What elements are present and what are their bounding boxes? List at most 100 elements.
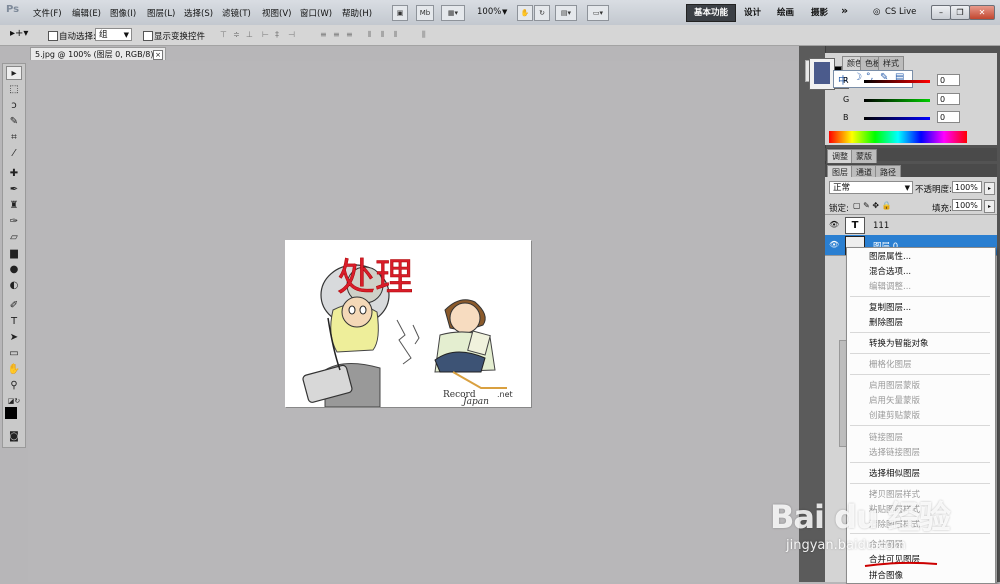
- distribute-bottom-icon[interactable]: ≡: [346, 30, 355, 39]
- restore-icon[interactable]: ❐: [950, 5, 970, 20]
- shape-tool-icon[interactable]: ▭: [6, 347, 22, 361]
- quick-mask-icon[interactable]: ◙: [6, 430, 22, 444]
- close-window-icon[interactable]: ✕: [969, 5, 995, 20]
- zoom-tool-icon[interactable]: ⚲: [6, 379, 22, 393]
- crop-tool-icon[interactable]: ⌗: [6, 131, 22, 145]
- menu-item-delete-layer[interactable]: 删除图层: [869, 316, 903, 328]
- screen-mode-icon[interactable]: ▭▾: [587, 5, 609, 21]
- menu-layer[interactable]: 图层(L): [147, 7, 175, 19]
- fill-arrow-icon[interactable]: ▸: [984, 200, 995, 213]
- align-hcenter-icon[interactable]: ‡: [275, 30, 284, 39]
- foreground-color-swatch[interactable]: [5, 407, 17, 419]
- default-colors-icon[interactable]: ◪↻: [6, 394, 22, 408]
- quick-selection-icon[interactable]: ✎: [6, 115, 22, 129]
- tab-styles[interactable]: 样式: [878, 56, 904, 70]
- rotate-view-icon[interactable]: ↻: [534, 5, 550, 21]
- distribute-top-icon[interactable]: ≡: [320, 30, 329, 39]
- visibility-eye-icon[interactable]: 👁: [829, 220, 839, 229]
- document-image[interactable]: 处理 Record Japan .net: [285, 240, 531, 408]
- workspace-design[interactable]: 设计: [744, 6, 761, 18]
- healing-brush-icon[interactable]: ✚: [6, 167, 22, 181]
- brush-tool-icon[interactable]: ✒: [6, 183, 22, 197]
- menu-file[interactable]: 文件(F): [33, 7, 62, 19]
- distribute-vcenter-icon[interactable]: ≡: [333, 30, 342, 39]
- document-tab[interactable]: 5.jpg @ 100% (图层 0, RGB/8) * ×: [30, 47, 166, 60]
- pen-tool-icon[interactable]: ✐: [6, 299, 22, 313]
- type-tool-icon[interactable]: T: [6, 315, 22, 329]
- align-right-icon[interactable]: ⊣: [288, 30, 297, 39]
- opacity-input[interactable]: 100%: [952, 181, 982, 193]
- red-slider[interactable]: [864, 80, 930, 83]
- distribute-right-icon[interactable]: ⫴: [394, 30, 403, 39]
- clone-stamp-icon[interactable]: ♜: [6, 199, 22, 213]
- distribute-left-icon[interactable]: ⫴: [368, 30, 377, 39]
- hand-tool-icon[interactable]: ✋: [6, 363, 22, 377]
- cs-live-button[interactable]: CS Live: [885, 7, 916, 17]
- opacity-arrow-icon[interactable]: ▸: [984, 182, 995, 195]
- history-brush-icon[interactable]: ✑: [6, 215, 22, 229]
- hand-tool-icon[interactable]: ✋: [517, 5, 533, 21]
- eyedropper-icon[interactable]: ⁄: [6, 147, 22, 161]
- menu-item-select-similar-layers[interactable]: 选择相似图层: [869, 467, 920, 479]
- align-top-icon[interactable]: ⊤: [220, 30, 229, 39]
- cs-live-icon[interactable]: ◎: [873, 7, 880, 17]
- gradient-tool-icon[interactable]: ▆: [6, 247, 22, 261]
- blue-slider[interactable]: [864, 117, 930, 120]
- menu-item-blending-options[interactable]: 混合选项...: [869, 265, 911, 277]
- move-tool-preset-icon[interactable]: ▸+▾: [10, 28, 28, 39]
- view-extras-icon[interactable]: ▦▾: [441, 5, 465, 21]
- tab-adjustments[interactable]: 调整: [827, 149, 853, 163]
- close-document-icon[interactable]: ×: [153, 50, 163, 60]
- menu-item-duplicate-layer[interactable]: 复制图层...: [869, 301, 911, 313]
- align-left-icon[interactable]: ⊢: [262, 30, 271, 39]
- path-selection-icon[interactable]: ➤: [6, 331, 22, 345]
- align-bottom-icon[interactable]: ⊥: [246, 30, 255, 39]
- menu-help[interactable]: 帮助(H): [342, 7, 372, 19]
- fill-input[interactable]: 100%: [952, 199, 982, 211]
- green-slider[interactable]: [864, 99, 930, 102]
- show-transform-checkbox[interactable]: [143, 31, 153, 41]
- auto-select-dropdown[interactable]: 组 ▼: [95, 28, 132, 41]
- color-spectrum-bar[interactable]: [829, 131, 967, 143]
- menu-select[interactable]: 选择(S): [184, 7, 213, 19]
- auto-select-checkbox[interactable]: [48, 31, 58, 41]
- workspace-painting[interactable]: 绘画: [777, 6, 794, 18]
- menu-filter[interactable]: 滤镜(T): [222, 7, 251, 19]
- eraser-icon[interactable]: ▱: [6, 231, 22, 245]
- zoom-dropdown-icon[interactable]: ▼: [502, 8, 507, 16]
- dodge-tool-icon[interactable]: ◐: [6, 279, 22, 293]
- image-logo-net: .net: [497, 390, 513, 399]
- distribute-hcenter-icon[interactable]: ⫴: [381, 30, 390, 39]
- zoom-level[interactable]: 100%: [477, 7, 501, 17]
- moon-icon[interactable]: ☽: [853, 72, 862, 83]
- minimize-icon[interactable]: –: [931, 5, 951, 20]
- auto-align-icon[interactable]: ⫼: [422, 30, 431, 39]
- menu-image[interactable]: 图像(I): [110, 7, 136, 19]
- menu-item-convert-smart-object[interactable]: 转换为智能对象: [869, 337, 929, 349]
- blend-mode-dropdown[interactable]: 正常 ▼: [829, 181, 913, 194]
- menu-view[interactable]: 视图(V): [262, 7, 291, 19]
- lock-icons[interactable]: ▢ ✎ ✥ 🔒: [853, 201, 892, 210]
- workspace-more-icon[interactable]: »: [841, 4, 848, 17]
- visibility-eye-icon[interactable]: 👁: [829, 240, 839, 249]
- layer-name[interactable]: 111: [873, 221, 889, 231]
- red-value-input[interactable]: 0: [937, 74, 960, 86]
- workspace-photography[interactable]: 摄影: [811, 6, 828, 18]
- bridge-icon[interactable]: ▣: [392, 5, 408, 21]
- arrange-documents-icon[interactable]: ▤▾: [555, 5, 577, 21]
- green-value-input[interactable]: 0: [937, 93, 960, 105]
- menu-item-flatten-image[interactable]: 拼合图像: [869, 569, 903, 581]
- minibridge-button[interactable]: Mb: [416, 5, 434, 21]
- blue-value-input[interactable]: 0: [937, 111, 960, 123]
- lasso-tool-icon[interactable]: ↄ: [6, 99, 22, 113]
- tab-masks[interactable]: 蒙版: [851, 149, 877, 163]
- blur-tool-icon[interactable]: ●: [6, 263, 22, 277]
- menu-window[interactable]: 窗口(W): [300, 7, 332, 19]
- align-vcenter-icon[interactable]: ≑: [233, 30, 242, 39]
- move-tool-icon[interactable]: ▸: [6, 66, 22, 80]
- menu-item-layer-properties[interactable]: 图层属性...: [869, 250, 911, 262]
- workspace-essentials[interactable]: 基本功能: [686, 4, 736, 22]
- layer-row[interactable]: 👁 T 111: [825, 214, 997, 236]
- marquee-tool-icon[interactable]: ⬚: [6, 83, 22, 97]
- menu-edit[interactable]: 编辑(E): [72, 7, 101, 19]
